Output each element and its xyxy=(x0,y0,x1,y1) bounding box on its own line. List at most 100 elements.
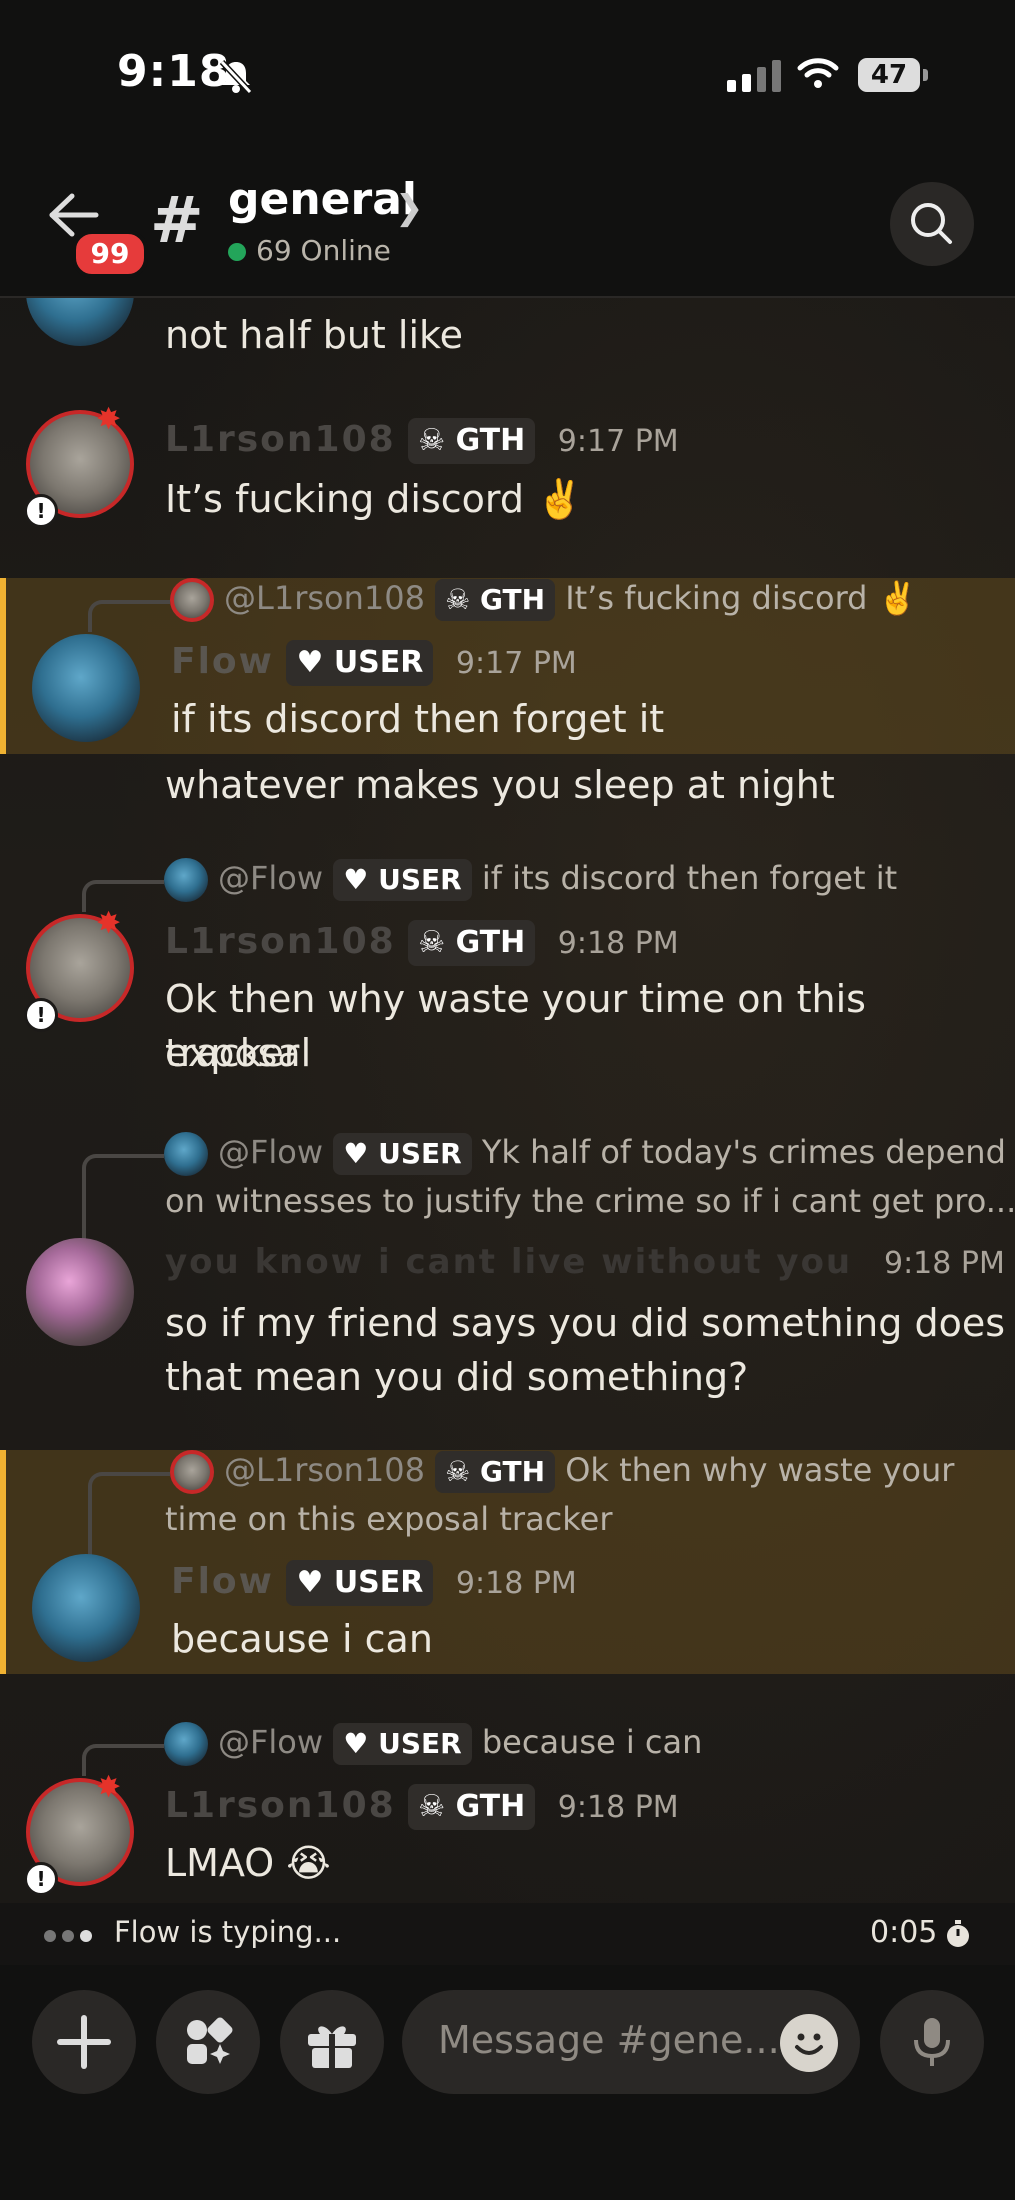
message[interactable]: @Flow ♥ USER if its discord then forget … xyxy=(0,858,1015,1075)
role-tag-label: GTH xyxy=(455,925,526,960)
reply-avatar xyxy=(170,1450,214,1494)
add-button[interactable] xyxy=(32,1990,136,2094)
apps-icon xyxy=(187,2017,233,2064)
search-button[interactable] xyxy=(890,182,974,266)
author-line: Flow ♥ USER 9:18 PM xyxy=(171,1560,577,1606)
reply-preview[interactable]: @L1rson108 ☠ GTH It’s fucking discord ✌️ xyxy=(170,578,917,622)
timestamp: 9:17 PM xyxy=(455,646,577,681)
online-count: 69 Online xyxy=(228,234,391,267)
unread-badge: 99 xyxy=(72,230,148,278)
role-tag: ☠ GTH xyxy=(408,418,536,464)
reply-role-tag: ♥ USER xyxy=(333,859,472,901)
status-bar: 9:18 47 xyxy=(0,0,1015,150)
reply-text: Yk half of today's crimes depend xyxy=(481,1133,1006,1171)
reply-role-tag-label: GTH xyxy=(479,583,546,616)
message[interactable]: not half but like xyxy=(0,298,1015,378)
author-name[interactable]: L1rson108 xyxy=(165,921,396,962)
reply-connector xyxy=(82,880,164,912)
reply-preview[interactable]: @Flow ♥ USER if its discord then forget … xyxy=(164,858,897,902)
reply-role-tag: ♥ USER xyxy=(333,1133,472,1175)
reply-mention: @L1rson108 xyxy=(224,579,425,617)
message[interactable]: @Flow ♥ USER Yk half of today's crimes d… xyxy=(0,1132,1015,1399)
message-text-line2: that mean you did something? xyxy=(165,1355,749,1399)
channel-hash-icon: # xyxy=(150,184,204,258)
author-name[interactable]: Flow xyxy=(171,641,274,682)
timestamp: 9:18 PM xyxy=(557,1790,679,1825)
apps-button[interactable] xyxy=(156,1990,260,2094)
search-icon xyxy=(911,203,952,244)
online-dot-icon xyxy=(228,243,246,261)
message-text: whatever makes you sleep at night xyxy=(165,763,835,807)
message-input-placeholder: Message #gene... xyxy=(438,2018,780,2062)
reply-avatar xyxy=(164,1132,208,1176)
status-time: 9:18 xyxy=(117,46,231,97)
role-tag-label: USER xyxy=(333,1565,424,1600)
author-name[interactable]: L1rson108 xyxy=(165,419,396,460)
angry-icon: ✸ xyxy=(96,906,122,941)
chevron-right-icon[interactable]: ❯ xyxy=(395,188,424,228)
gift-icon xyxy=(308,2026,356,2068)
role-tag: ☠ GTH xyxy=(408,1784,536,1830)
avatar[interactable] xyxy=(26,1238,134,1346)
reply-connector xyxy=(82,1154,164,1248)
reply-preview[interactable]: @Flow ♥ USER Yk half of today's crimes d… xyxy=(164,1132,1006,1176)
message-text: if its discord then forget it xyxy=(171,697,665,741)
reply-text: It’s fucking discord ✌️ xyxy=(565,579,918,617)
cellular-signal-icon xyxy=(727,60,781,92)
reply-role-tag-label: USER xyxy=(378,1727,462,1760)
reply-mention: @Flow xyxy=(218,1133,324,1171)
message-text: so if my friend says you did something d… xyxy=(165,1301,1005,1345)
reply-mention: @Flow xyxy=(218,859,324,897)
voice-button[interactable] xyxy=(880,1990,984,2094)
message-text: LMAO 😭 xyxy=(165,1841,331,1885)
channel-title[interactable]: general xyxy=(228,174,417,225)
message-highlighted[interactable]: @L1rson108 ☠ GTH Ok then why waste your … xyxy=(0,1450,1015,1674)
message-input[interactable]: Message #gene... xyxy=(402,1990,860,2094)
emoji-button[interactable] xyxy=(780,2014,838,2072)
message-list[interactable]: not half but like ✸ ! L1rson108 ☠ GTH 9:… xyxy=(0,298,1015,1903)
bell-muted-icon xyxy=(219,59,253,94)
reply-role-tag-label: USER xyxy=(378,1137,462,1170)
author-name[interactable]: L1rson108 xyxy=(165,1785,396,1826)
author-line: L1rson108 ☠ GTH 9:18 PM xyxy=(165,1784,679,1830)
role-tag: ♥ USER xyxy=(286,640,434,686)
reply-preview[interactable]: @Flow ♥ USER because i can xyxy=(164,1722,702,1766)
author-name[interactable]: Flow xyxy=(171,1561,274,1602)
message-highlighted[interactable]: @L1rson108 ☠ GTH It’s fucking discord ✌️… xyxy=(0,578,1015,754)
message-text: not half but like xyxy=(165,313,464,357)
slowmode-timer: 0:05 xyxy=(870,1915,938,1950)
angry-icon: ✸ xyxy=(96,402,122,437)
message[interactable]: ✸ ! L1rson108 ☠ GTH 9:17 PM It’s fucking… xyxy=(0,402,1015,560)
reply-role-tag-label: USER xyxy=(378,863,462,896)
timestamp: 9:18 PM xyxy=(883,1246,1005,1281)
reply-text-line2: on witnesses to justify the crime so if … xyxy=(165,1182,1015,1220)
message[interactable]: @Flow ♥ USER because i can ✸ ! L1rson108… xyxy=(0,1722,1015,1902)
reply-preview[interactable]: @L1rson108 ☠ GTH Ok then why waste your xyxy=(170,1450,954,1494)
reply-role-tag: ☠ GTH xyxy=(435,579,556,621)
reply-role-tag: ☠ GTH xyxy=(435,1451,556,1493)
avatar[interactable] xyxy=(32,634,140,742)
battery-tip xyxy=(923,69,928,81)
online-label: 69 Online xyxy=(256,234,391,267)
role-tag-label: GTH xyxy=(455,1789,526,1824)
stopwatch-icon xyxy=(947,1920,969,1947)
author-name[interactable]: you know i cant live without you xyxy=(165,1242,852,1282)
reply-avatar xyxy=(164,858,208,902)
avatar[interactable] xyxy=(26,298,134,346)
reply-text: because i can xyxy=(481,1723,703,1761)
microphone-icon xyxy=(914,2018,950,2066)
reply-text-line2: time on this exposal tracker xyxy=(165,1500,613,1538)
reply-avatar xyxy=(164,1722,208,1766)
reply-text: if its discord then forget it xyxy=(481,859,898,897)
role-tag-label: USER xyxy=(333,645,424,680)
reply-mention: @L1rson108 xyxy=(224,1451,425,1489)
message-text: It’s fucking discord ✌️ xyxy=(165,477,584,521)
angry-icon: ✸ xyxy=(96,1770,122,1805)
battery-indicator: 47 xyxy=(858,58,920,92)
reply-connector xyxy=(88,600,170,632)
avatar[interactable] xyxy=(32,1554,140,1662)
author-line: Flow ♥ USER 9:17 PM xyxy=(171,640,577,686)
message-text: because i can xyxy=(171,1617,433,1661)
gift-button[interactable] xyxy=(280,1990,384,2094)
author-line: L1rson108 ☠ GTH 9:18 PM xyxy=(165,920,679,966)
